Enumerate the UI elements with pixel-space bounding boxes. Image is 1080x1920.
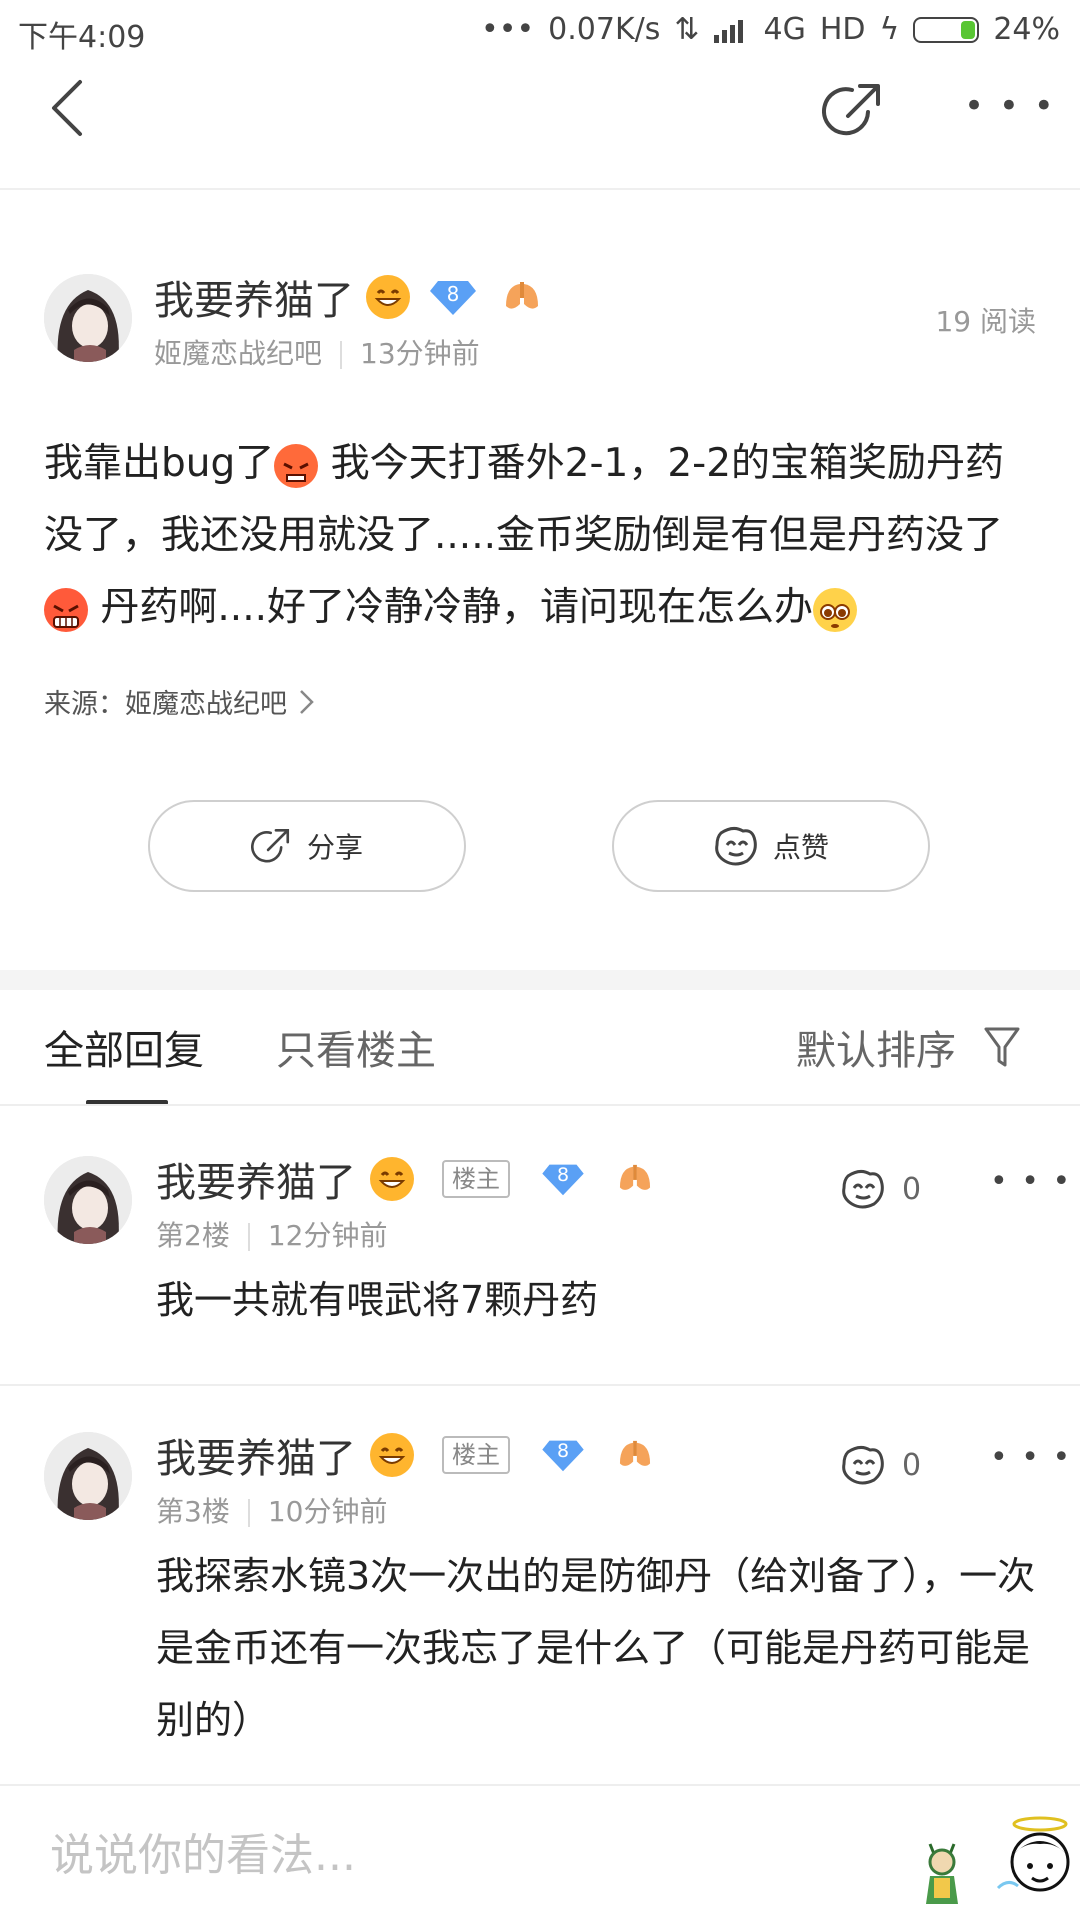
level-badge-icon: 8 xyxy=(542,1161,584,1197)
more-notifications-icon: ••• xyxy=(481,12,535,47)
owner-tag: 楼主 xyxy=(442,1160,510,1198)
chevron-right-icon xyxy=(300,689,314,714)
post-text-part-1: 我靠出bug了 xyxy=(44,441,275,486)
battery-percent: 24% xyxy=(993,12,1060,47)
reply-text: 我探索水镜3次一次出的是防御丹（给刘备了），一次是金币还有一次我忘了是什么了（可… xyxy=(156,1554,1036,1742)
like-label: 点赞 xyxy=(772,831,829,864)
reply-author-row: 我要养猫了 楼主 8 xyxy=(156,1426,654,1484)
sort-control[interactable]: 默认排序 xyxy=(796,1018,1022,1076)
pleading-emoji-icon xyxy=(813,587,857,632)
filter-icon xyxy=(984,1027,1020,1067)
reply-divider xyxy=(0,1384,1080,1386)
share-label: 分享 xyxy=(306,831,363,864)
like-hand-icon xyxy=(842,1445,884,1485)
meta-separator xyxy=(247,1223,250,1251)
smile-emoji-icon xyxy=(366,275,410,319)
signal-icon xyxy=(713,19,743,43)
network-type: 4G xyxy=(763,12,806,47)
post-source[interactable]: 来源： 姬魔恋战纪吧 xyxy=(44,682,317,721)
read-count: 19 阅读 xyxy=(935,305,1036,338)
battery-icon xyxy=(913,16,980,43)
status-indicators: ••• 0.07K/s ⇅ 4G HD ϟ 24% xyxy=(481,12,1060,47)
share-icon xyxy=(251,828,290,863)
lung-badge-icon xyxy=(619,1440,651,1466)
section-divider xyxy=(0,970,1080,990)
reply-like-count: 0 xyxy=(902,1171,922,1207)
post-text-part-3: 丹药啊....好了冷静冷静，请问现在怎么办 xyxy=(88,585,813,630)
reply-time: 12分钟前 xyxy=(267,1219,388,1252)
reply-text: 我一共就有喂武将7颗丹药 xyxy=(156,1278,599,1322)
reply-like-button[interactable]: 0 xyxy=(840,1444,921,1486)
reply-author-name[interactable]: 我要养猫了 xyxy=(156,1150,356,1208)
tab-all-replies[interactable]: 全部回复 xyxy=(44,1018,204,1076)
level-number: 8 xyxy=(556,1440,570,1462)
charging-icon: ϟ xyxy=(879,12,900,47)
network-speed: 0.07K/s xyxy=(548,12,661,47)
back-icon[interactable] xyxy=(48,78,88,138)
reply-time: 10分钟前 xyxy=(267,1495,388,1528)
warrior-sticker-icon[interactable] xyxy=(912,1834,972,1906)
share-button[interactable]: 分享 xyxy=(148,800,466,892)
comment-bar xyxy=(0,1784,1080,1920)
comment-input[interactable] xyxy=(48,1822,812,1888)
share-icon[interactable] xyxy=(822,78,886,142)
source-label: 来源： xyxy=(44,689,125,720)
reply-meta: 第2楼 12分钟前 xyxy=(156,1214,387,1254)
level-number: 8 xyxy=(446,282,460,306)
sort-label: 默认排序 xyxy=(796,1028,956,1074)
status-time: 下午4:09 xyxy=(18,20,146,55)
data-transfer-icon: ⇅ xyxy=(674,12,700,47)
reply-author-name[interactable]: 我要养猫了 xyxy=(156,1426,356,1484)
reply-more-icon[interactable]: • • • xyxy=(990,1440,1072,1475)
tab-owner-only[interactable]: 只看楼主 xyxy=(276,1018,436,1076)
smile-emoji-icon xyxy=(370,1157,414,1201)
lung-badge-icon xyxy=(506,282,538,309)
meta-separator xyxy=(247,1499,250,1527)
meta-separator xyxy=(340,341,343,369)
reply-avatar[interactable] xyxy=(44,1156,132,1244)
reply-meta: 第3楼 10分钟前 xyxy=(156,1490,387,1530)
reply-like-count: 0 xyxy=(902,1447,922,1483)
reply-author-row: 我要养猫了 楼主 8 xyxy=(156,1150,654,1208)
angry-emoji-icon xyxy=(274,443,319,488)
level-number: 8 xyxy=(556,1164,570,1186)
avatar[interactable] xyxy=(44,274,132,362)
smile-emoji-icon xyxy=(370,1433,414,1477)
rage-emoji-icon xyxy=(44,587,88,632)
reply-more-icon[interactable]: • • • xyxy=(990,1164,1072,1199)
level-badge-icon: 8 xyxy=(430,277,476,317)
more-icon[interactable]: • • • xyxy=(964,86,1056,126)
reply-floor: 第3楼 xyxy=(156,1495,230,1528)
post-time: 13分钟前 xyxy=(360,337,480,370)
post-content: 我靠出bug了 我今天打番外2-1，2-2的宝箱奖励丹药没了，我还没用就没了..… xyxy=(44,428,1038,644)
tabs-underline xyxy=(0,1104,1080,1106)
level-badge-icon: 8 xyxy=(542,1437,584,1473)
like-hand-icon xyxy=(715,826,757,866)
reply-floor: 第2楼 xyxy=(156,1219,230,1252)
cartoon-face-sticker-icon[interactable] xyxy=(996,1812,1078,1908)
post-author-name[interactable]: 我要养猫了 xyxy=(154,268,354,326)
post-meta: 姬魔恋战纪吧 13分钟前 xyxy=(154,332,480,372)
owner-tag: 楼主 xyxy=(442,1436,510,1474)
lung-badge-icon xyxy=(619,1164,651,1190)
post-author-row: 我要养猫了 8 xyxy=(154,268,542,326)
hd-indicator: HD xyxy=(819,12,866,47)
source-forum[interactable]: 姬魔恋战纪吧 xyxy=(125,682,287,721)
reply-like-button[interactable]: 0 xyxy=(840,1168,921,1210)
status-bar: 下午4:09 ••• 0.07K/s ⇅ 4G HD ϟ 24% xyxy=(0,0,1080,64)
like-button[interactable]: 点赞 xyxy=(612,800,930,892)
like-hand-icon xyxy=(842,1169,884,1209)
reply-avatar[interactable] xyxy=(44,1432,132,1520)
post-forum[interactable]: 姬魔恋战纪吧 xyxy=(154,337,322,370)
nav-bar: • • • xyxy=(0,64,1080,190)
